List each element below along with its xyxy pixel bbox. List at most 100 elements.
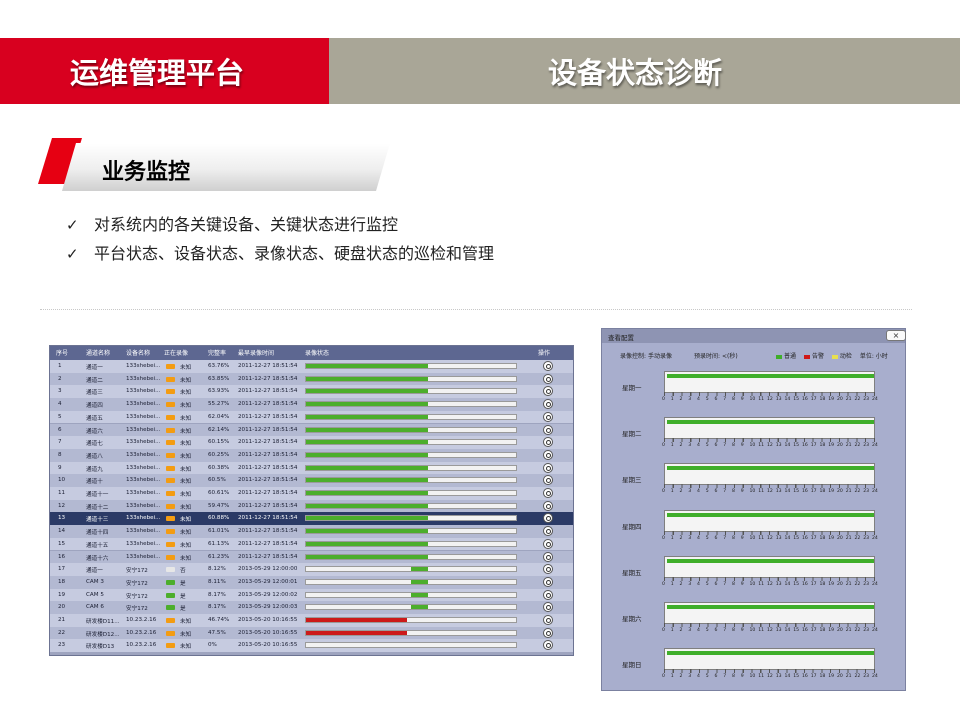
search-icon[interactable] xyxy=(543,399,553,410)
day-label: 星期一 xyxy=(622,384,642,392)
table-row[interactable]: 14 通道十四 133shebei... 未知 61.01% 2011-12-27 18:… xyxy=(50,525,573,538)
cell-device: 133shebei... xyxy=(126,401,161,408)
day-schedule[interactable]: 0 1 2 3 4 5 6 7 8 9 10 11 12 13 14 15 16 17 18 19 20 21 22 23 24 xyxy=(662,648,878,680)
hour-label: 12 xyxy=(767,674,773,680)
hour-label: 13 xyxy=(775,443,782,449)
day-schedule[interactable]: 0 1 2 3 4 5 6 7 8 9 10 11 12 13 14 15 16 17 18 19 20 21 22 23 24 xyxy=(662,417,878,449)
search-icon[interactable] xyxy=(543,449,553,460)
search-icon[interactable] xyxy=(543,361,553,371)
search-icon[interactable] xyxy=(543,386,553,397)
search-icon[interactable] xyxy=(543,640,553,651)
search-icon[interactable] xyxy=(543,437,553,448)
day-schedule[interactable]: 0 1 2 3 4 5 6 7 8 9 10 11 12 13 14 15 16 17 18 19 20 21 22 23 24 xyxy=(662,463,878,494)
search-icon[interactable] xyxy=(543,538,553,549)
table-row[interactable]: 9 通道九 133shebei... 未知 60.38% 2011-12-27 18:51… xyxy=(50,461,573,475)
divider xyxy=(40,309,912,310)
search-icon[interactable] xyxy=(543,576,553,587)
page-title: 设备状态诊断 xyxy=(548,56,723,90)
cell-no: 10 xyxy=(58,477,66,484)
hour-label: 5 xyxy=(705,535,709,541)
search-icon[interactable] xyxy=(543,551,553,562)
recording-status-icon xyxy=(166,643,175,649)
table-row[interactable]: 11 通道十一 133shebei... 未知 60.61% 2011-12-27 18:… xyxy=(50,487,573,500)
search-icon[interactable] xyxy=(543,615,553,625)
table-row[interactable]: 4 通道四 133shebei... 未知 55.27% 2011-12-27 18:51… xyxy=(50,398,573,411)
hour-label: 1 xyxy=(670,674,674,680)
table-row[interactable]: 19 CAM 5 安宁172 是 8.17% 2013-05-29 12:00:02 xyxy=(50,588,573,602)
normal-record-segment xyxy=(667,466,874,471)
search-icon[interactable] xyxy=(543,373,553,384)
hour-ticks xyxy=(664,392,875,396)
legend-item: 告警 xyxy=(803,353,824,360)
cell-rate: 8.12% xyxy=(208,566,226,573)
search-icon[interactable] xyxy=(543,589,553,600)
table-header: 序号 通道名称 设备名称 正在录像 完整率 最早录像时间 录像状态 操作 xyxy=(50,346,573,360)
hour-label: 8 xyxy=(732,581,735,587)
day-schedule[interactable]: 0 1 2 3 4 5 6 7 8 9 10 11 12 13 14 15 16 17 18 19 20 21 22 23 24 xyxy=(662,509,878,541)
table-row[interactable]: 2 通道二 133shebei... 未知 63.85% 2011-12-27 18:51… xyxy=(50,372,573,386)
search-icon[interactable] xyxy=(543,513,553,524)
table-row[interactable]: 17 通道一 安宁172 否 8.12% 2013-05-29 12:00:00 xyxy=(50,563,573,576)
day-schedule[interactable]: 0 1 2 3 4 5 6 7 8 9 10 11 12 13 14 15 16 17 18 19 20 21 22 23 24 xyxy=(662,555,878,587)
table-row[interactable]: 12 通道十二 133shebei... 未知 59.47% 2011-12-27 18:… xyxy=(50,499,573,513)
hour-label: 6 xyxy=(714,581,718,587)
table-row[interactable]: 6 通道六 133shebei... 未知 62.14% 2011-12-27 18:51… xyxy=(50,423,573,437)
cell-rate: 60.5% xyxy=(208,477,226,484)
hour-label: 9 xyxy=(740,535,744,541)
table-row[interactable]: 20 CAM 6 安宁172 是 8.17% 2013-05-29 12:00:03 xyxy=(50,601,573,614)
hour-label: 15 xyxy=(793,535,800,541)
search-icon[interactable] xyxy=(543,627,553,638)
cell-time: 2013-05-29 12:00:02 xyxy=(238,591,298,598)
hour-label: 9 xyxy=(740,674,744,680)
hour-label: 11 xyxy=(758,443,765,449)
table-row[interactable]: 8 通道八 133shebei... 未知 60.25% 2011-12-27 18:51… xyxy=(50,448,573,462)
search-icon[interactable] xyxy=(543,500,553,511)
platform-title: 运维管理平台 xyxy=(70,56,245,90)
hour-label: 18 xyxy=(819,535,826,541)
close-button[interactable]: × xyxy=(886,330,906,341)
table-row[interactable]: 3 通道三 133shebei... 未知 63.93% 2011-12-27 18:51… xyxy=(50,385,573,399)
hour-label: 4 xyxy=(697,397,700,402)
cell-no: 16 xyxy=(58,553,66,560)
search-icon[interactable] xyxy=(543,462,553,473)
check-icon: ✓ xyxy=(66,245,79,263)
recording-status-fill xyxy=(411,579,428,584)
table-row[interactable]: 22 研发楼D12... 10.23.2.16 未知 47.5% 2013-05-20 1… xyxy=(50,626,573,640)
hour-label: 14 xyxy=(784,628,791,633)
search-icon[interactable] xyxy=(543,475,553,486)
cell-recording: 未知 xyxy=(180,504,192,511)
recording-status-fill xyxy=(306,389,428,394)
table-row[interactable]: 13 通道十三 133shebei... 未知 60.88% 2011-12-27 18:… xyxy=(50,512,573,526)
cell-channel: 通道一 xyxy=(86,568,103,575)
cell-device: 133shebei... xyxy=(126,477,161,484)
table-row[interactable]: 23 研发楼D13 10.23.2.16 未知 0% 2013-05-20 10:16:5… xyxy=(50,639,573,653)
recording-status-icon xyxy=(166,618,175,623)
table-row[interactable]: 5 通道五 133shebei... 未知 62.04% 2011-12-27 18:51… xyxy=(50,410,573,424)
cell-no: 23 xyxy=(58,642,66,649)
table-row[interactable]: 7 通道七 133shebei... 未知 60.15% 2011-12-27 18:51… xyxy=(50,436,573,449)
cell-no: 2 xyxy=(58,375,62,382)
day-schedule[interactable]: 0 1 2 3 4 5 6 7 8 9 10 11 12 13 14 15 16 17 18 19 20 21 22 23 24 xyxy=(662,602,878,633)
search-icon[interactable] xyxy=(543,602,553,613)
table-row[interactable]: 1 通道一 133shebei... 未知 63.76% 2011-12-27 18:51… xyxy=(50,360,573,373)
table-row[interactable]: 18 CAM 3 安宁172 是 8.11% 2013-05-29 12:00:01 xyxy=(50,575,573,589)
day-schedule[interactable]: 0 1 2 3 4 5 6 7 8 9 10 11 12 13 14 15 16 17 18 19 20 21 22 23 24 xyxy=(662,371,878,402)
search-icon[interactable] xyxy=(543,526,553,537)
search-icon[interactable] xyxy=(543,564,553,575)
search-icon[interactable] xyxy=(543,424,553,435)
check-icon: ✓ xyxy=(66,216,79,234)
hour-label: 11 xyxy=(758,489,765,495)
table-row[interactable]: 10 通道十 133shebei... 未知 60.5% 2011-12-27 18:51… xyxy=(50,474,573,487)
schedule-track xyxy=(664,509,875,532)
hour-scale: 0 1 2 3 4 5 6 7 8 9 10 11 12 13 14 15 16 17 18 19 20 21 22 23 24 xyxy=(662,489,880,496)
cell-device: 133shebei... xyxy=(126,502,161,509)
hour-label: 3 xyxy=(688,535,692,541)
hour-label: 3 xyxy=(688,581,692,587)
search-icon[interactable] xyxy=(543,488,553,498)
hour-label: 22 xyxy=(854,443,861,449)
table-row[interactable]: 16 通道十六 133shebei... 未知 61.23% 2011-12-27 18:… xyxy=(50,550,573,564)
cell-channel: 通道十三 xyxy=(86,517,109,524)
table-row[interactable]: 21 研发楼D11... 10.23.2.16 未知 46.74% 2013-05-20 … xyxy=(50,614,573,627)
search-icon[interactable] xyxy=(543,411,553,422)
table-row[interactable]: 15 通道十五 133shebei... 未知 61.13% 2011-12-27 18:… xyxy=(50,537,573,551)
